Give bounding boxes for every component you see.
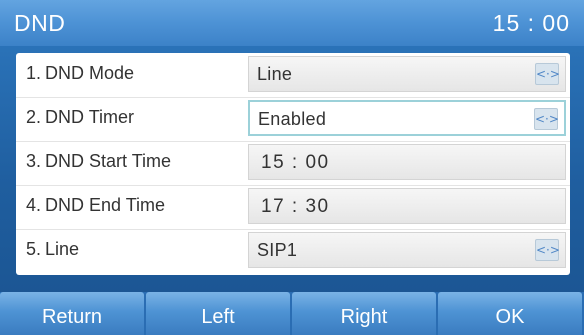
left-right-arrows-icon[interactable]: <·>: [534, 108, 559, 130]
right-button[interactable]: Right: [292, 292, 436, 335]
setting-number: 1.: [26, 63, 42, 83]
setting-number: 3.: [26, 151, 42, 171]
dnd-end-time-field[interactable]: 17 : 30: [248, 188, 566, 224]
dnd-timer-select[interactable]: Enabled <·>: [248, 100, 566, 136]
left-right-arrows-icon[interactable]: <·>: [535, 239, 560, 261]
setting-name: DND Timer: [45, 107, 135, 127]
setting-name: DND Start Time: [45, 151, 172, 171]
left-button[interactable]: Left: [146, 292, 290, 335]
settings-list: 1. DND Mode Line <·> 2. DND Timer Enabled …: [16, 53, 570, 275]
dnd-mode-select[interactable]: Line <·>: [248, 56, 566, 92]
left-right-arrows-icon[interactable]: <·>: [535, 63, 560, 85]
setting-row-dnd-timer[interactable]: 2. DND Timer Enabled <·>: [16, 97, 570, 142]
setting-row-dnd-end-time[interactable]: 4. DND End Time 17 : 30: [16, 185, 570, 230]
setting-label: 2. DND Timer: [26, 107, 134, 128]
field-value: SIP1: [257, 240, 298, 260]
page-title: DND: [14, 10, 66, 36]
setting-row-dnd-mode[interactable]: 1. DND Mode Line <·>: [16, 53, 570, 98]
setting-number: 4.: [26, 195, 42, 215]
clock: 15 : 00: [492, 10, 570, 36]
setting-label: 4. DND End Time: [26, 195, 165, 216]
title-bar: DND 15 : 00: [0, 0, 584, 46]
setting-name: DND Mode: [45, 63, 135, 83]
setting-name: DND End Time: [45, 195, 166, 215]
setting-row-line[interactable]: 5. Line SIP1 <·>: [16, 229, 570, 273]
phone-screen: DND 15 : 00 1. DND Mode Line <·> 2. DND Ti…: [0, 0, 584, 335]
setting-number: 2.: [26, 107, 42, 127]
ok-button[interactable]: OK: [438, 292, 582, 335]
field-value: Enabled: [258, 109, 327, 129]
dnd-start-time-field[interactable]: 15 : 00: [248, 144, 566, 180]
setting-label: 5. Line: [26, 239, 79, 260]
setting-row-dnd-start-time[interactable]: 3. DND Start Time 15 : 00: [16, 141, 570, 186]
return-button[interactable]: Return: [0, 292, 144, 335]
setting-name: Line: [45, 239, 80, 259]
field-value: 17 : 30: [261, 196, 330, 217]
softkey-bar: Return Left Right OK: [0, 292, 584, 335]
field-value: 15 : 00: [261, 152, 330, 173]
setting-label: 3. DND Start Time: [26, 151, 171, 172]
setting-label: 1. DND Mode: [26, 63, 134, 84]
setting-number: 5.: [26, 239, 42, 259]
field-value: Line: [257, 64, 293, 84]
line-select[interactable]: SIP1 <·>: [248, 232, 566, 268]
